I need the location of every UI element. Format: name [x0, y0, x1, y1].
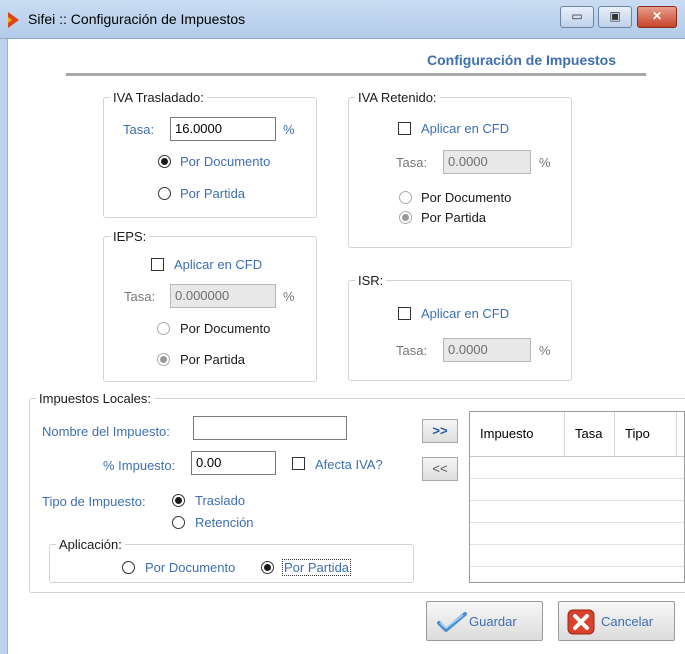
aplicacion-por-partida-radio[interactable]: [261, 561, 274, 574]
header-divider: [66, 73, 646, 76]
save-label: Guardar: [469, 614, 517, 629]
ieps-legend: IEPS:: [113, 229, 147, 244]
isr-tasa-label: Tasa:: [396, 343, 428, 358]
iva-retenido-aplicar-label[interactable]: Aplicar en CFD: [421, 121, 509, 136]
cancel-x-icon: [567, 609, 595, 638]
porcentaje-impuesto-label: % Impuesto:: [103, 458, 176, 473]
iva-retenido-tasa-label: Tasa:: [396, 155, 428, 170]
ieps-tasa-input[interactable]: 0.000000: [170, 284, 276, 308]
afecta-iva-checkbox[interactable]: [292, 457, 305, 470]
iva-trasladado-legend: IVA Trasladado:: [113, 90, 204, 105]
cancel-label: Cancelar: [601, 614, 654, 629]
iva-trasladado-tasa-label: Tasa:: [123, 122, 155, 137]
isr-aplicar-checkbox[interactable]: [398, 307, 411, 320]
cancel-button[interactable]: Cancelar: [558, 601, 675, 641]
iva-retenido-tasa-input[interactable]: 0.0000: [443, 150, 531, 174]
tipo-traslado-radio[interactable]: [172, 494, 185, 507]
save-check-icon: [437, 611, 467, 636]
ieps-por-documento-radio[interactable]: [157, 322, 170, 335]
aplicacion-por-documento-radio[interactable]: [122, 561, 135, 574]
nombre-impuesto-label: Nombre del Impuesto:: [42, 424, 170, 439]
grid-row-line: [470, 566, 684, 567]
grid-header-tasa[interactable]: Tasa: [565, 412, 615, 456]
title-bar: Sifei :: Configuración de Impuestos ▭ ▣ …: [0, 0, 685, 39]
aplicacion-por-documento-label[interactable]: Por Documento: [145, 560, 235, 575]
aplicacion-legend: Aplicación:: [59, 537, 122, 552]
window-frame-left: [0, 39, 8, 654]
iva-trasladado-tasa-input[interactable]: 16.0000: [170, 117, 276, 141]
iva-retenido-por-partida-radio[interactable]: [399, 211, 412, 224]
grid-header-impuesto[interactable]: Impuesto: [470, 412, 565, 456]
grid-row-line: [470, 544, 684, 545]
page-title: Configuración de Impuestos: [427, 52, 617, 68]
grid-row-line: [470, 500, 684, 501]
tipo-impuesto-label: Tipo de Impuesto:: [42, 494, 146, 509]
ieps-por-partida-radio[interactable]: [157, 353, 170, 366]
porcentaje-impuesto-input[interactable]: 0.00: [191, 451, 276, 475]
save-button[interactable]: Guardar: [426, 601, 543, 641]
ieps-aplicar-checkbox[interactable]: [151, 258, 164, 271]
grid-row-line: [470, 522, 684, 523]
impuestos-locales-grid[interactable]: Impuesto Tasa Tipo: [469, 411, 685, 583]
isr-percent-label: %: [539, 343, 551, 358]
iva-retenido-aplicar-checkbox[interactable]: [398, 122, 411, 135]
ieps-por-partida-label[interactable]: Por Partida: [180, 352, 245, 367]
isr-aplicar-label[interactable]: Aplicar en CFD: [421, 306, 509, 321]
iva-trasladado-por-partida-label[interactable]: Por Partida: [180, 186, 245, 201]
nombre-impuesto-input[interactable]: [193, 416, 347, 440]
tipo-traslado-label[interactable]: Traslado: [195, 493, 245, 508]
isr-tasa-input[interactable]: 0.0000: [443, 338, 531, 362]
close-button[interactable]: ✕: [637, 6, 677, 28]
add-tax-button[interactable]: >>: [422, 419, 458, 443]
afecta-iva-label[interactable]: Afecta IVA?: [315, 457, 383, 472]
iva-retenido-percent-label: %: [539, 155, 551, 170]
impuestos-locales-legend: Impuestos Locales:: [39, 391, 152, 406]
tipo-retencion-label[interactable]: Retención: [195, 515, 254, 530]
iva-retenido-por-partida-label[interactable]: Por Partida: [421, 210, 486, 225]
iva-retenido-por-documento-radio[interactable]: [399, 191, 412, 204]
isr-group: ISR:: [348, 273, 572, 381]
maximize-button[interactable]: ▣: [598, 6, 632, 28]
minimize-button[interactable]: ▭: [560, 6, 594, 28]
ieps-por-documento-label[interactable]: Por Documento: [180, 321, 270, 336]
aplicacion-por-partida-label[interactable]: Por Partida: [282, 559, 352, 576]
window-title: Sifei :: Configuración de Impuestos: [28, 11, 246, 27]
app-logo-icon: [8, 12, 19, 28]
iva-retenido-por-documento-label[interactable]: Por Documento: [421, 190, 511, 205]
iva-trasladado-por-documento-label[interactable]: Por Documento: [180, 154, 270, 169]
grid-row-line: [470, 478, 684, 479]
ieps-percent-label: %: [283, 289, 295, 304]
iva-retenido-legend: IVA Retenido:: [358, 90, 437, 105]
grid-header-tipo[interactable]: Tipo: [615, 412, 677, 456]
ieps-tasa-label: Tasa:: [124, 289, 156, 304]
iva-trasladado-por-partida-radio[interactable]: [158, 187, 171, 200]
iva-trasladado-por-documento-radio[interactable]: [158, 155, 171, 168]
grid-header-divider: [470, 456, 684, 457]
ieps-aplicar-label[interactable]: Aplicar en CFD: [174, 257, 262, 272]
iva-trasladado-percent-label: %: [283, 122, 295, 137]
remove-tax-button[interactable]: <<: [422, 457, 458, 481]
isr-legend: ISR:: [358, 273, 384, 288]
tipo-retencion-radio[interactable]: [172, 516, 185, 529]
